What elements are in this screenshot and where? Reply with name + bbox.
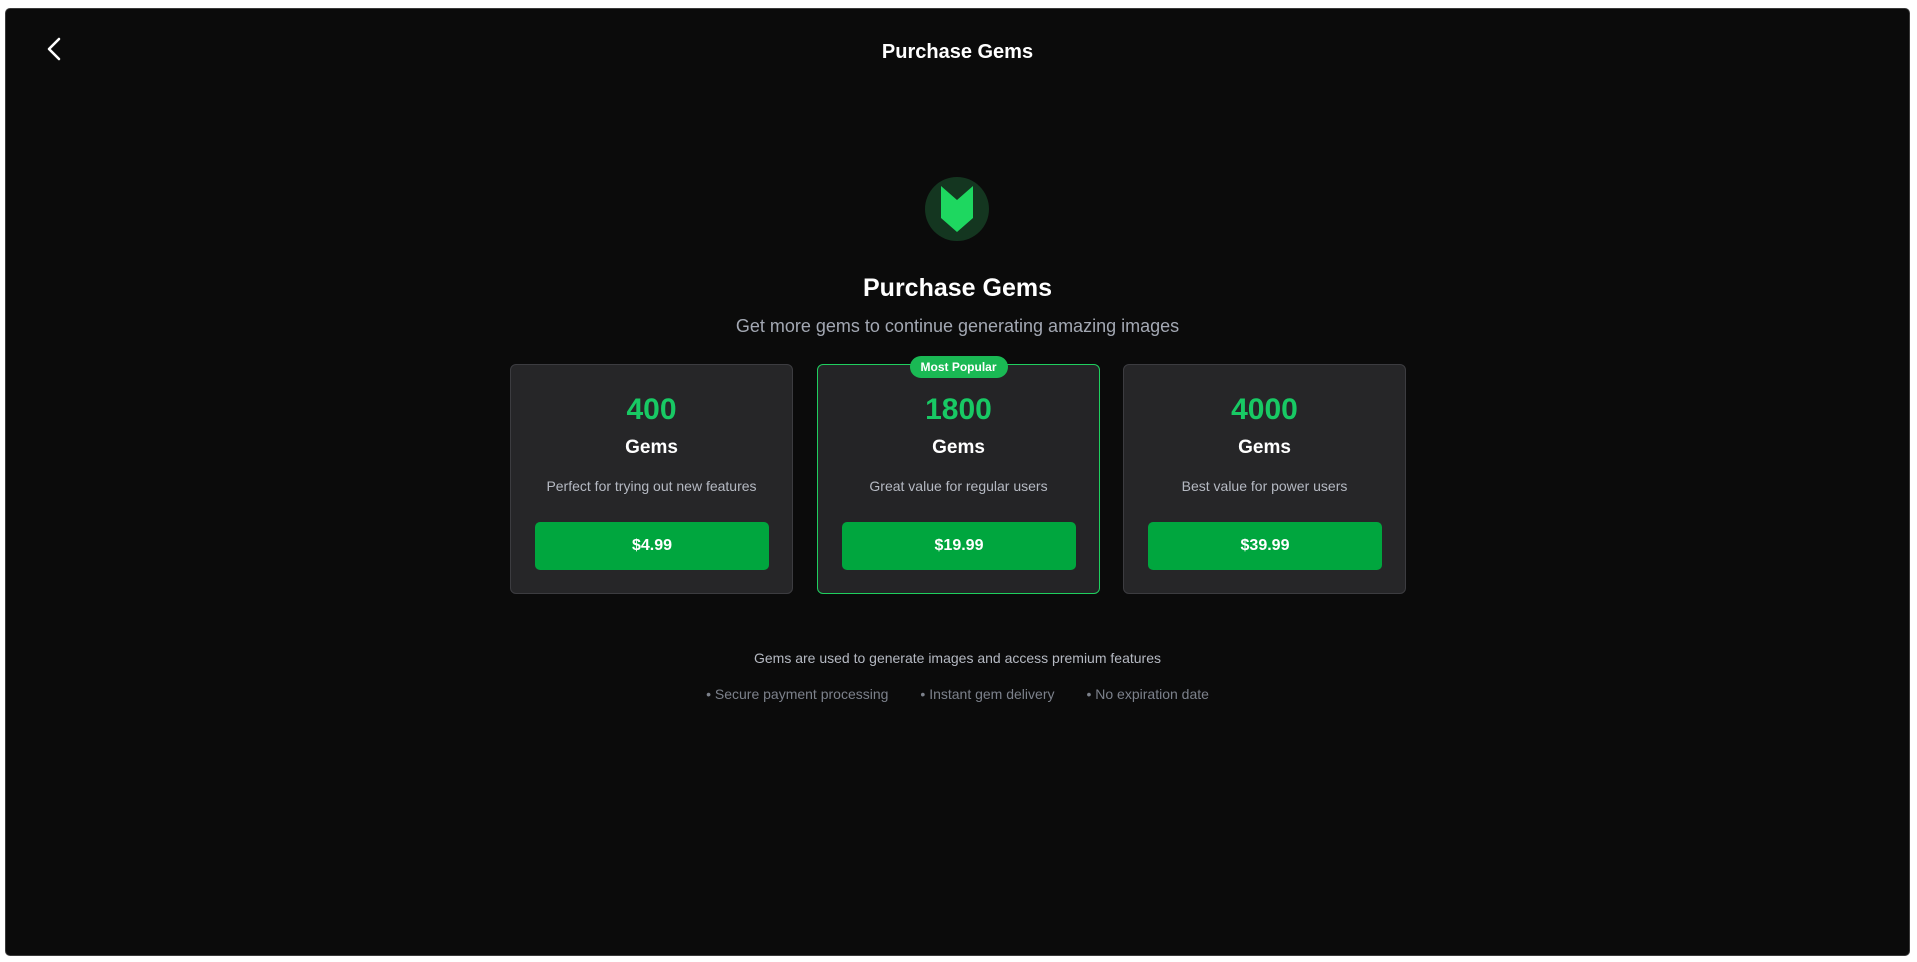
feature-secure-payment: • Secure payment processing [706,686,889,702]
package-card-4000: 4000 Gems Best value for power users $39… [1123,364,1406,594]
feature-instant-delivery: • Instant gem delivery [920,686,1055,702]
gem-logo-icon [925,177,989,241]
package-description: Perfect for trying out new features [546,478,757,494]
header-title: Purchase Gems [881,41,1034,63]
feature-list: • Secure payment processing • Instant ge… [6,686,1909,702]
gem-amount: 4000 [1231,393,1298,426]
gem-unit-label: Gems [1238,437,1291,458]
buy-400-gems-button[interactable]: $4.99 [535,522,769,570]
buy-4000-gems-button[interactable]: $39.99 [1148,522,1382,570]
buy-1800-gems-button[interactable]: $19.99 [842,522,1076,570]
app-window: Purchase Gems Purchase Gems Get more gem… [5,8,1910,956]
gem-unit-label: Gems [932,437,985,458]
feature-no-expiration: • No expiration date [1086,686,1209,702]
package-card-400: 400 Gems Perfect for trying out new feat… [510,364,793,594]
gem-amount: 400 [626,393,677,426]
package-card-1800: Most Popular 1800 Gems Great value for r… [817,356,1100,594]
gem-unit-label: Gems [625,437,678,458]
package-description: Great value for regular users [869,478,1048,494]
hero-subtitle: Get more gems to continue generating ama… [735,316,1180,336]
most-popular-badge: Most Popular [909,356,1008,378]
gem-amount: 1800 [925,393,992,426]
hero-title: Purchase Gems [863,274,1052,302]
gems-info-note: Gems are used to generate images and acc… [754,650,1161,666]
package-description: Best value for power users [1181,478,1348,494]
